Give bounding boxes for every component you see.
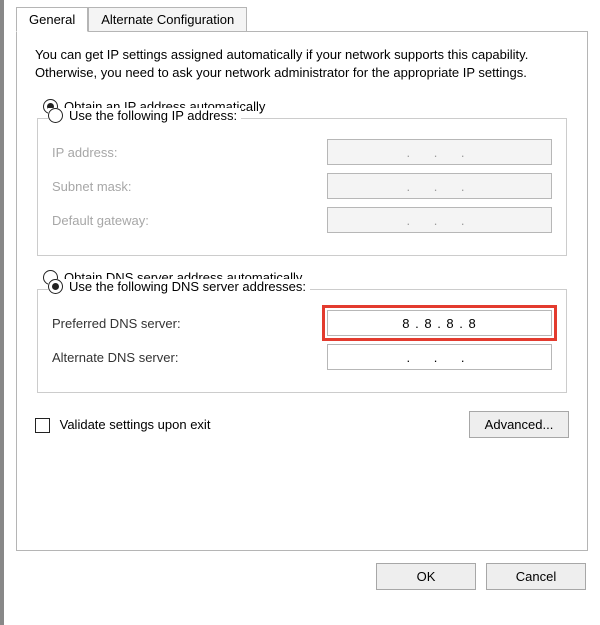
- radio-use-following-ip-label: Use the following IP address:: [69, 108, 237, 123]
- validate-settings-row[interactable]: Validate settings upon exit: [35, 417, 210, 433]
- tab-page-general: You can get IP settings assigned automat…: [16, 31, 588, 551]
- alternate-dns-input[interactable]: . . .: [327, 344, 552, 370]
- ip-address-input: . . .: [327, 139, 552, 165]
- subnet-mask-label: Subnet mask:: [52, 179, 132, 194]
- radio-use-following-dns-row[interactable]: Use the following DNS server addresses:: [48, 279, 310, 294]
- tab-alternate-config[interactable]: Alternate Configuration: [88, 7, 247, 32]
- preferred-dns-label: Preferred DNS server:: [52, 316, 181, 331]
- radio-use-following-ip[interactable]: [48, 108, 63, 123]
- default-gateway-input: . . .: [327, 207, 552, 233]
- ip-address-group: Use the following IP address: IP address…: [37, 118, 567, 256]
- radio-use-following-dns-label: Use the following DNS server addresses:: [69, 279, 306, 294]
- preferred-dns-input[interactable]: 8 . 8 . 8 . 8: [327, 310, 552, 336]
- alternate-dns-label: Alternate DNS server:: [52, 350, 178, 365]
- radio-use-following-ip-row[interactable]: Use the following IP address:: [48, 108, 241, 123]
- dns-group: Use the following DNS server addresses: …: [37, 289, 567, 393]
- tab-general[interactable]: General: [16, 7, 88, 32]
- validate-settings-checkbox[interactable]: [35, 418, 50, 433]
- ok-button[interactable]: OK: [376, 563, 476, 590]
- intro-text: You can get IP settings assigned automat…: [35, 46, 569, 81]
- subnet-mask-input: . . .: [327, 173, 552, 199]
- radio-use-following-dns[interactable]: [48, 279, 63, 294]
- default-gateway-label: Default gateway:: [52, 213, 149, 228]
- cancel-button[interactable]: Cancel: [486, 563, 586, 590]
- validate-settings-label: Validate settings upon exit: [60, 417, 211, 432]
- advanced-button[interactable]: Advanced...: [469, 411, 569, 438]
- ip-address-label: IP address:: [52, 145, 118, 160]
- tab-strip: General Alternate Configuration: [16, 6, 588, 31]
